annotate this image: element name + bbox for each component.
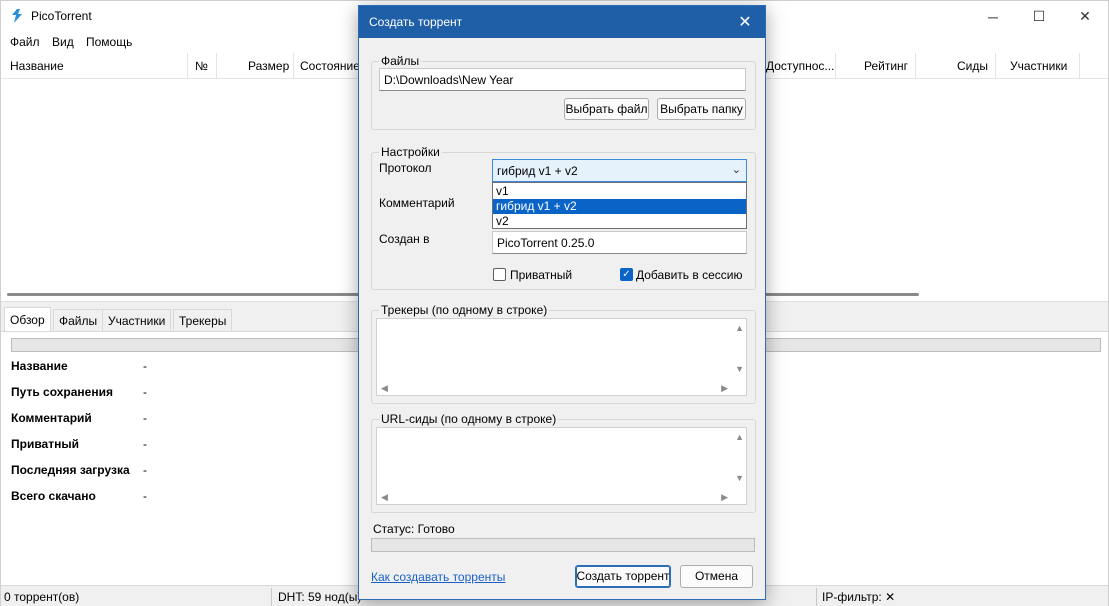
menu-help[interactable]: Помощь xyxy=(86,35,132,49)
protocol-select[interactable]: гибрид v1 + v2 ⌄ xyxy=(492,159,747,182)
ip-filter-status: IP-фильтр: ✕ xyxy=(822,590,896,604)
tab-label: Обзор xyxy=(10,313,45,327)
scroll-up-icon[interactable]: ▲ xyxy=(735,323,744,333)
column-divider[interactable] xyxy=(835,53,836,79)
created-by-label: Создан в xyxy=(379,232,430,246)
column-availability[interactable]: Доступнос... xyxy=(766,59,834,73)
column-divider[interactable] xyxy=(915,53,916,79)
overview-label: Комментарий xyxy=(11,411,92,425)
scroll-left-icon[interactable]: ◀ xyxy=(381,383,388,394)
files-group-title: Файлы xyxy=(379,54,422,68)
dialog-close-button[interactable]: ✕ xyxy=(725,6,765,38)
picotorrent-logo-icon xyxy=(12,9,22,23)
trackers-group-title: Трекеры (по одному в строке) xyxy=(379,303,550,317)
scroll-down-icon[interactable]: ▼ xyxy=(735,473,744,483)
column-peers[interactable]: Участники xyxy=(1010,59,1067,73)
column-rating[interactable]: Рейтинг xyxy=(864,59,908,73)
app-title: PicoTorrent xyxy=(31,9,92,23)
tab-label: Трекеры xyxy=(179,314,227,328)
trackers-textarea[interactable]: ▲ ▼ ◀ ▶ xyxy=(376,318,747,396)
protocol-label: Протокол xyxy=(379,161,432,175)
scroll-right-icon[interactable]: ▶ xyxy=(721,383,728,394)
overview-value: - xyxy=(143,385,147,399)
minimize-button[interactable]: ─ xyxy=(970,1,1016,32)
column-divider[interactable] xyxy=(995,53,996,79)
url-seeds-textarea[interactable]: ▲ ▼ ◀ ▶ xyxy=(376,427,747,505)
column-size[interactable]: Размер xyxy=(248,59,289,73)
status-divider xyxy=(816,588,817,606)
overview-label: Всего скачано xyxy=(11,489,96,503)
overview-value: - xyxy=(143,463,147,477)
created-by-input[interactable]: PicoTorrent 0.25.0 xyxy=(492,231,747,254)
overview-value: - xyxy=(143,359,147,373)
select-file-button[interactable]: Выбрать файл xyxy=(564,98,649,120)
column-name[interactable]: Название xyxy=(10,59,64,73)
comment-label: Комментарий xyxy=(379,196,455,210)
column-number[interactable]: № xyxy=(195,59,208,73)
overview-label: Путь сохранения xyxy=(11,385,113,399)
dht-status: DHT: 59 нод(ы) xyxy=(278,590,362,604)
checkmark-icon: ✓ xyxy=(622,269,631,280)
chevron-down-icon: ⌄ xyxy=(731,164,741,176)
protocol-option-v2[interactable]: v2 xyxy=(493,214,746,229)
private-label: Приватный xyxy=(510,268,573,282)
maximize-button[interactable]: ☐ xyxy=(1016,1,1062,32)
close-button[interactable]: ✕ xyxy=(1062,1,1108,32)
overview-value: - xyxy=(143,489,147,503)
status-divider xyxy=(271,588,272,606)
dialog-title: Создать торрент xyxy=(369,15,463,29)
path-input[interactable]: D:\Downloads\New Year xyxy=(379,68,746,91)
maximize-icon: ☐ xyxy=(1032,8,1046,24)
protocol-dropdown-list: v1 гибрид v1 + v2 v2 xyxy=(492,182,747,229)
tab-label: Участники xyxy=(108,314,166,328)
private-checkbox[interactable] xyxy=(493,268,506,281)
create-torrent-dialog: Создать торрент ✕ Файлы D:\Downloads\New… xyxy=(358,5,766,600)
column-divider[interactable] xyxy=(187,53,188,79)
tab-trackers[interactable]: Трекеры xyxy=(173,309,233,331)
url-seeds-group-title: URL-сиды (по одному в строке) xyxy=(379,412,559,426)
tab-files[interactable]: Файлы xyxy=(53,309,104,331)
protocol-selected-value: гибрид v1 + v2 xyxy=(497,164,578,178)
column-divider[interactable] xyxy=(293,53,294,79)
column-divider[interactable] xyxy=(216,53,217,79)
scroll-left-icon[interactable]: ◀ xyxy=(381,492,388,503)
menu-view[interactable]: Вид xyxy=(52,35,74,49)
protocol-option-hybrid[interactable]: гибрид v1 + v2 xyxy=(493,199,746,214)
column-divider[interactable] xyxy=(1079,53,1080,79)
tab-overview[interactable]: Обзор xyxy=(4,307,51,332)
select-folder-button[interactable]: Выбрать папку xyxy=(657,98,746,120)
overview-label: Название xyxy=(11,359,68,373)
overview-value: - xyxy=(143,437,147,451)
dialog-title-bar: Создать торрент ✕ xyxy=(359,6,765,38)
close-icon: ✕ xyxy=(1079,8,1091,24)
minimize-icon: ─ xyxy=(988,8,998,25)
overview-label: Приватный xyxy=(11,437,79,451)
add-to-session-label: Добавить в сессию xyxy=(636,268,743,282)
tab-label: Файлы xyxy=(59,314,98,328)
scroll-down-icon[interactable]: ▼ xyxy=(735,364,744,374)
scroll-up-icon[interactable]: ▲ xyxy=(735,432,744,442)
scroll-right-icon[interactable]: ▶ xyxy=(721,492,728,503)
status-text: Статус: Готово xyxy=(373,522,455,536)
column-seeds[interactable]: Сиды xyxy=(957,59,988,73)
add-to-session-checkbox[interactable]: ✓ xyxy=(620,268,633,281)
cancel-button[interactable]: Отмена xyxy=(680,565,753,588)
close-icon: ✕ xyxy=(738,14,752,31)
overview-value: - xyxy=(143,411,147,425)
protocol-option-v1[interactable]: v1 xyxy=(493,184,746,199)
overview-label: Последняя загрузка xyxy=(11,463,130,477)
torrent-count: 0 торрент(ов) xyxy=(4,590,80,604)
column-state[interactable]: Состояние xyxy=(300,59,360,73)
help-link[interactable]: Как создавать торренты xyxy=(371,570,505,584)
menu-file[interactable]: Файл xyxy=(10,35,40,49)
creation-progress-bar xyxy=(371,538,755,552)
settings-group-title: Настройки xyxy=(379,145,442,159)
create-torrent-button[interactable]: Создать торрент xyxy=(575,565,671,588)
tab-peers[interactable]: Участники xyxy=(102,309,172,331)
